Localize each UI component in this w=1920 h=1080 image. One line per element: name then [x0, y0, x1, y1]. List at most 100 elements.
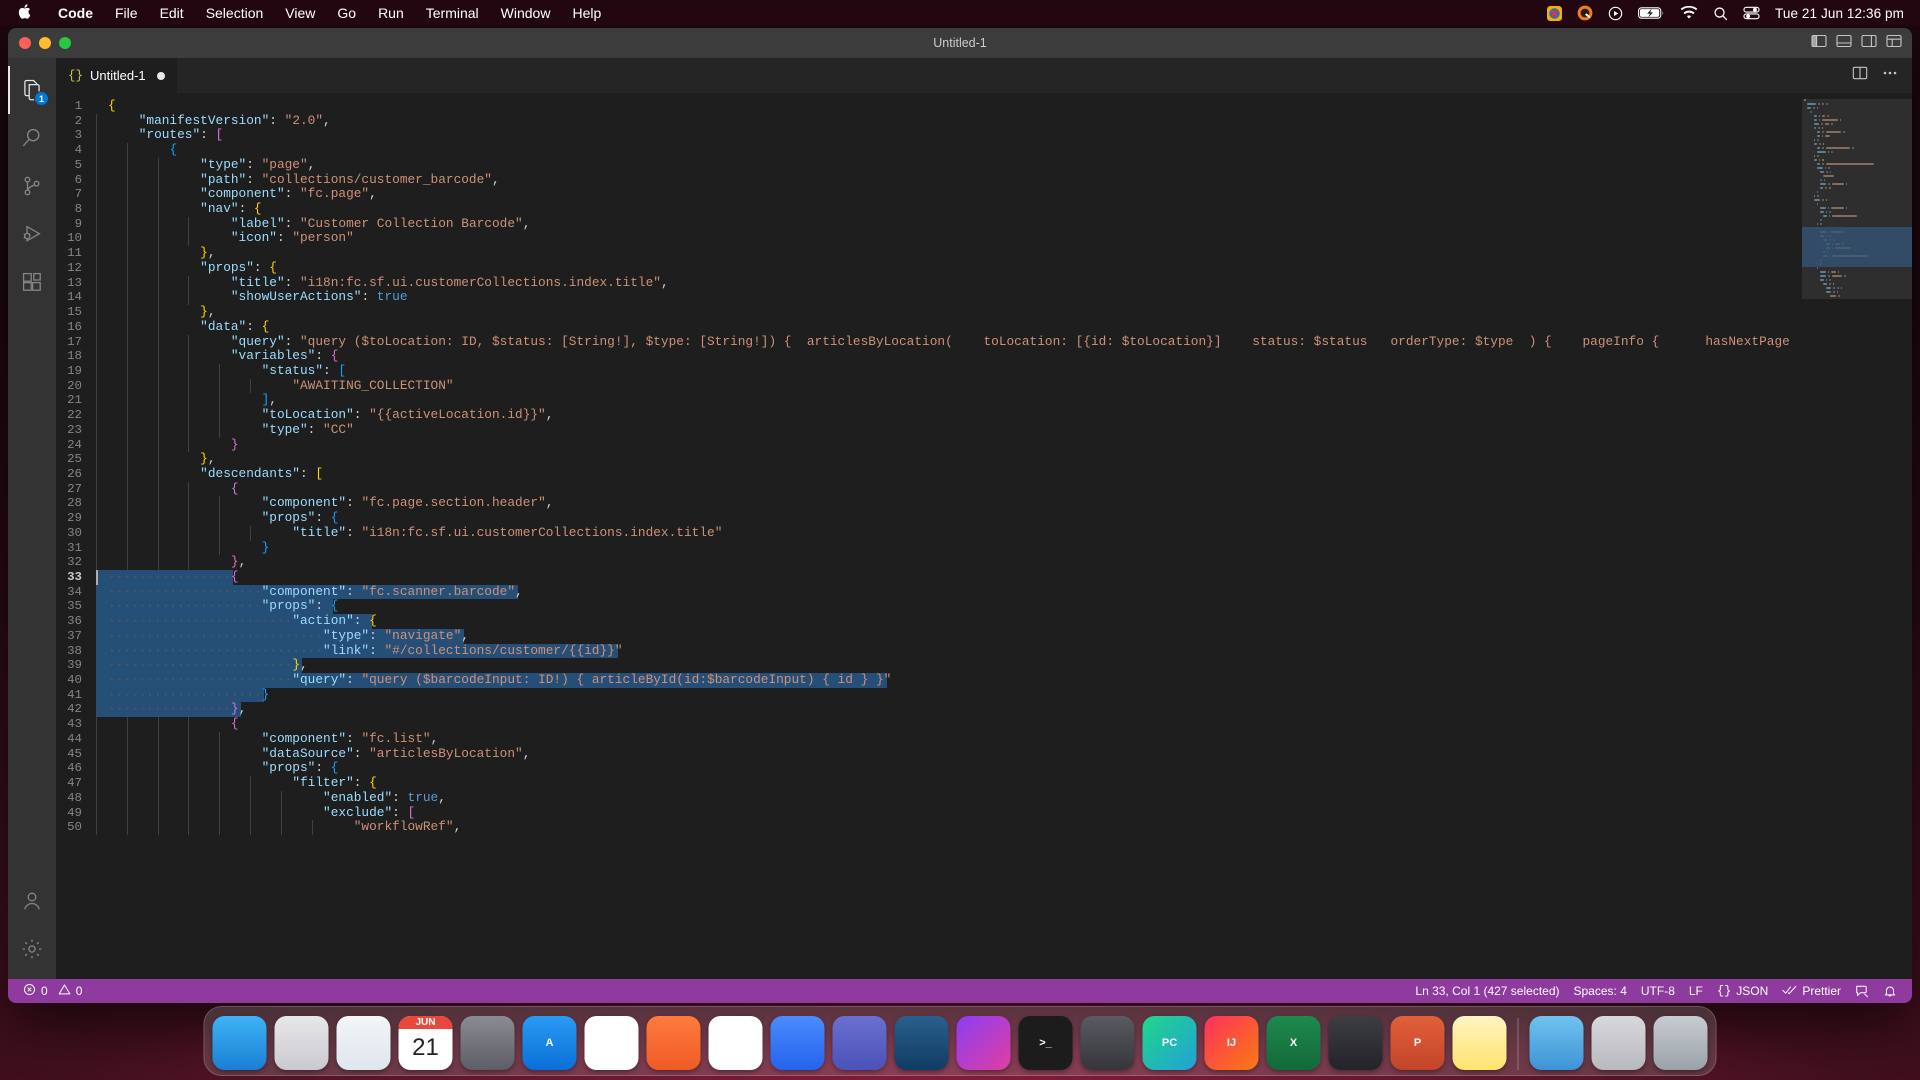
- accounts-icon[interactable]: [8, 877, 56, 925]
- code-line-11[interactable]: 11 },: [56, 246, 1802, 261]
- more-actions-icon[interactable]: [1882, 65, 1898, 86]
- menu-item-selection[interactable]: Selection: [195, 5, 275, 21]
- dock-item-safari[interactable]: [337, 1016, 391, 1070]
- battery-charging-icon[interactable]: [1638, 6, 1665, 20]
- code-line-35[interactable]: 35····················"props": {: [56, 599, 1802, 614]
- status-feedback[interactable]: [1848, 979, 1876, 1003]
- dock-item-launchpad[interactable]: [275, 1016, 329, 1070]
- code-line-33[interactable]: 33················{: [56, 570, 1802, 585]
- code-line-10[interactable]: 10 "icon": "person": [56, 231, 1802, 246]
- dock-item-downloads-folder[interactable]: [1530, 1016, 1584, 1070]
- code-line-5[interactable]: 5 "type": "page",: [56, 158, 1802, 173]
- minimap-slider[interactable]: [1802, 99, 1912, 299]
- dock-item-intellij-idea[interactable]: IJ: [1205, 1016, 1259, 1070]
- maximize-window-button[interactable]: [59, 37, 71, 49]
- sidebar-item-explorer[interactable]: 1: [8, 66, 56, 114]
- editor-tab-untitled-1[interactable]: {} Untitled-1: [56, 58, 178, 93]
- code-line-28[interactable]: 28 "component": "fc.page.section.header"…: [56, 496, 1802, 511]
- dock-item-screenshots-folder[interactable]: [1592, 1016, 1646, 1070]
- dock-item-powerpoint[interactable]: P: [1391, 1016, 1445, 1070]
- code-line-2[interactable]: 2 "manifestVersion": "2.0",: [56, 114, 1802, 129]
- dock-item-database-client[interactable]: [1081, 1016, 1135, 1070]
- dock-item-chrome[interactable]: [585, 1016, 639, 1070]
- control-center-icon[interactable]: [1743, 6, 1760, 20]
- minimap[interactable]: [1802, 93, 1912, 979]
- status-encoding[interactable]: UTF-8: [1634, 979, 1682, 1003]
- dock-item-anaconda[interactable]: [1329, 1016, 1383, 1070]
- code-line-32[interactable]: 32 },: [56, 555, 1802, 570]
- code-line-44[interactable]: 44 "component": "fc.list",: [56, 732, 1802, 747]
- sidebar-item-search[interactable]: [8, 114, 56, 162]
- dock-item-slack[interactable]: [709, 1016, 763, 1070]
- code-line-20[interactable]: 20 "AWAITING_COLLECTION": [56, 379, 1802, 394]
- toggle-primary-sidebar-icon[interactable]: [1811, 34, 1827, 53]
- toggle-secondary-sidebar-icon[interactable]: [1861, 34, 1877, 53]
- code-line-16[interactable]: 16 "data": {: [56, 320, 1802, 335]
- code-line-48[interactable]: 48 "enabled": true,: [56, 791, 1802, 806]
- dock-item-insomnia[interactable]: [957, 1016, 1011, 1070]
- code-scroll-area[interactable]: 1{2 "manifestVersion": "2.0",3 "routes":…: [56, 93, 1802, 979]
- dock-item-notes[interactable]: [1453, 1016, 1507, 1070]
- code-line-12[interactable]: 12 "props": {: [56, 261, 1802, 276]
- code-line-42[interactable]: 42················},: [56, 702, 1802, 717]
- dock-item-app-store[interactable]: A: [523, 1016, 577, 1070]
- code-line-21[interactable]: 21 ],: [56, 393, 1802, 408]
- status-formatter[interactable]: Prettier: [1775, 979, 1848, 1003]
- menu-item-view[interactable]: View: [274, 5, 326, 21]
- customize-layout-icon[interactable]: [1886, 34, 1902, 53]
- code-line-31[interactable]: 31 }: [56, 541, 1802, 556]
- dock-item-zoom[interactable]: [771, 1016, 825, 1070]
- code-line-46[interactable]: 46 "props": {: [56, 761, 1802, 776]
- code-line-24[interactable]: 24 }: [56, 438, 1802, 453]
- dock-item-finder[interactable]: [213, 1016, 267, 1070]
- play-circle-icon[interactable]: [1608, 6, 1623, 21]
- menu-bar-clock[interactable]: Tue 21 Jun 12:36 pm: [1775, 6, 1904, 21]
- menu-item-help[interactable]: Help: [561, 5, 612, 21]
- code-line-41[interactable]: 41····················}: [56, 688, 1802, 703]
- menu-item-code[interactable]: Code: [47, 5, 104, 21]
- apple-menu-icon[interactable]: [18, 3, 33, 24]
- menu-item-run[interactable]: Run: [367, 5, 415, 21]
- code-line-8[interactable]: 8 "nav": {: [56, 202, 1802, 217]
- toggle-panel-icon[interactable]: [1836, 34, 1852, 53]
- split-editor-right-icon[interactable]: [1852, 65, 1868, 86]
- code-line-49[interactable]: 49 "exclude": [: [56, 806, 1802, 821]
- code-line-1[interactable]: 1{: [56, 99, 1802, 114]
- menu-item-file[interactable]: File: [104, 5, 149, 21]
- status-problems[interactable]: 0 0: [16, 979, 89, 1003]
- status-cursor-position[interactable]: Ln 33, Col 1 (427 selected): [1408, 979, 1566, 1003]
- dock-item-trash[interactable]: [1654, 1016, 1708, 1070]
- dock-item-system-settings[interactable]: [461, 1016, 515, 1070]
- code-line-37[interactable]: 37····························"type": "n…: [56, 629, 1802, 644]
- code-line-43[interactable]: 43 {: [56, 717, 1802, 732]
- dock-item-terminal[interactable]: >_: [1019, 1016, 1073, 1070]
- code-line-38[interactable]: 38····························"link": "#…: [56, 644, 1802, 659]
- dock-item-calendar[interactable]: JUN21: [399, 1016, 453, 1070]
- dock-item-visual-studio-code[interactable]: [895, 1016, 949, 1070]
- menu-item-terminal[interactable]: Terminal: [415, 5, 490, 21]
- code-line-25[interactable]: 25 },: [56, 452, 1802, 467]
- code-line-17[interactable]: 17 "query": "query ($toLocation: ID, $st…: [56, 335, 1802, 350]
- search-icon[interactable]: [1713, 6, 1728, 21]
- dropbox-icon[interactable]: [1577, 5, 1593, 21]
- wifi-icon[interactable]: [1680, 6, 1698, 20]
- code-line-29[interactable]: 29 "props": {: [56, 511, 1802, 526]
- code-line-36[interactable]: 36························"action": {: [56, 614, 1802, 629]
- dock-item-pycharm[interactable]: PC: [1143, 1016, 1197, 1070]
- dock-item-postman[interactable]: [647, 1016, 701, 1070]
- status-language-mode[interactable]: {} JSON: [1710, 979, 1775, 1003]
- editor-scrollbar[interactable]: [1898, 93, 1912, 979]
- minimize-window-button[interactable]: [39, 37, 51, 49]
- code-line-50[interactable]: 50 "workflowRef",: [56, 820, 1802, 835]
- code-line-4[interactable]: 4 {: [56, 143, 1802, 158]
- status-notifications-bell[interactable]: [1876, 979, 1904, 1003]
- sidebar-item-source-control[interactable]: [8, 162, 56, 210]
- manage-settings-gear-icon[interactable]: [8, 925, 56, 973]
- code-line-23[interactable]: 23 "type": "CC": [56, 423, 1802, 438]
- menu-item-edit[interactable]: Edit: [149, 5, 195, 21]
- status-eol[interactable]: LF: [1682, 979, 1710, 1003]
- code-line-15[interactable]: 15 },: [56, 305, 1802, 320]
- status-indentation[interactable]: Spaces: 4: [1567, 979, 1634, 1003]
- code-line-22[interactable]: 22 "toLocation": "{{activeLocation.id}}"…: [56, 408, 1802, 423]
- code-line-26[interactable]: 26 "descendants": [: [56, 467, 1802, 482]
